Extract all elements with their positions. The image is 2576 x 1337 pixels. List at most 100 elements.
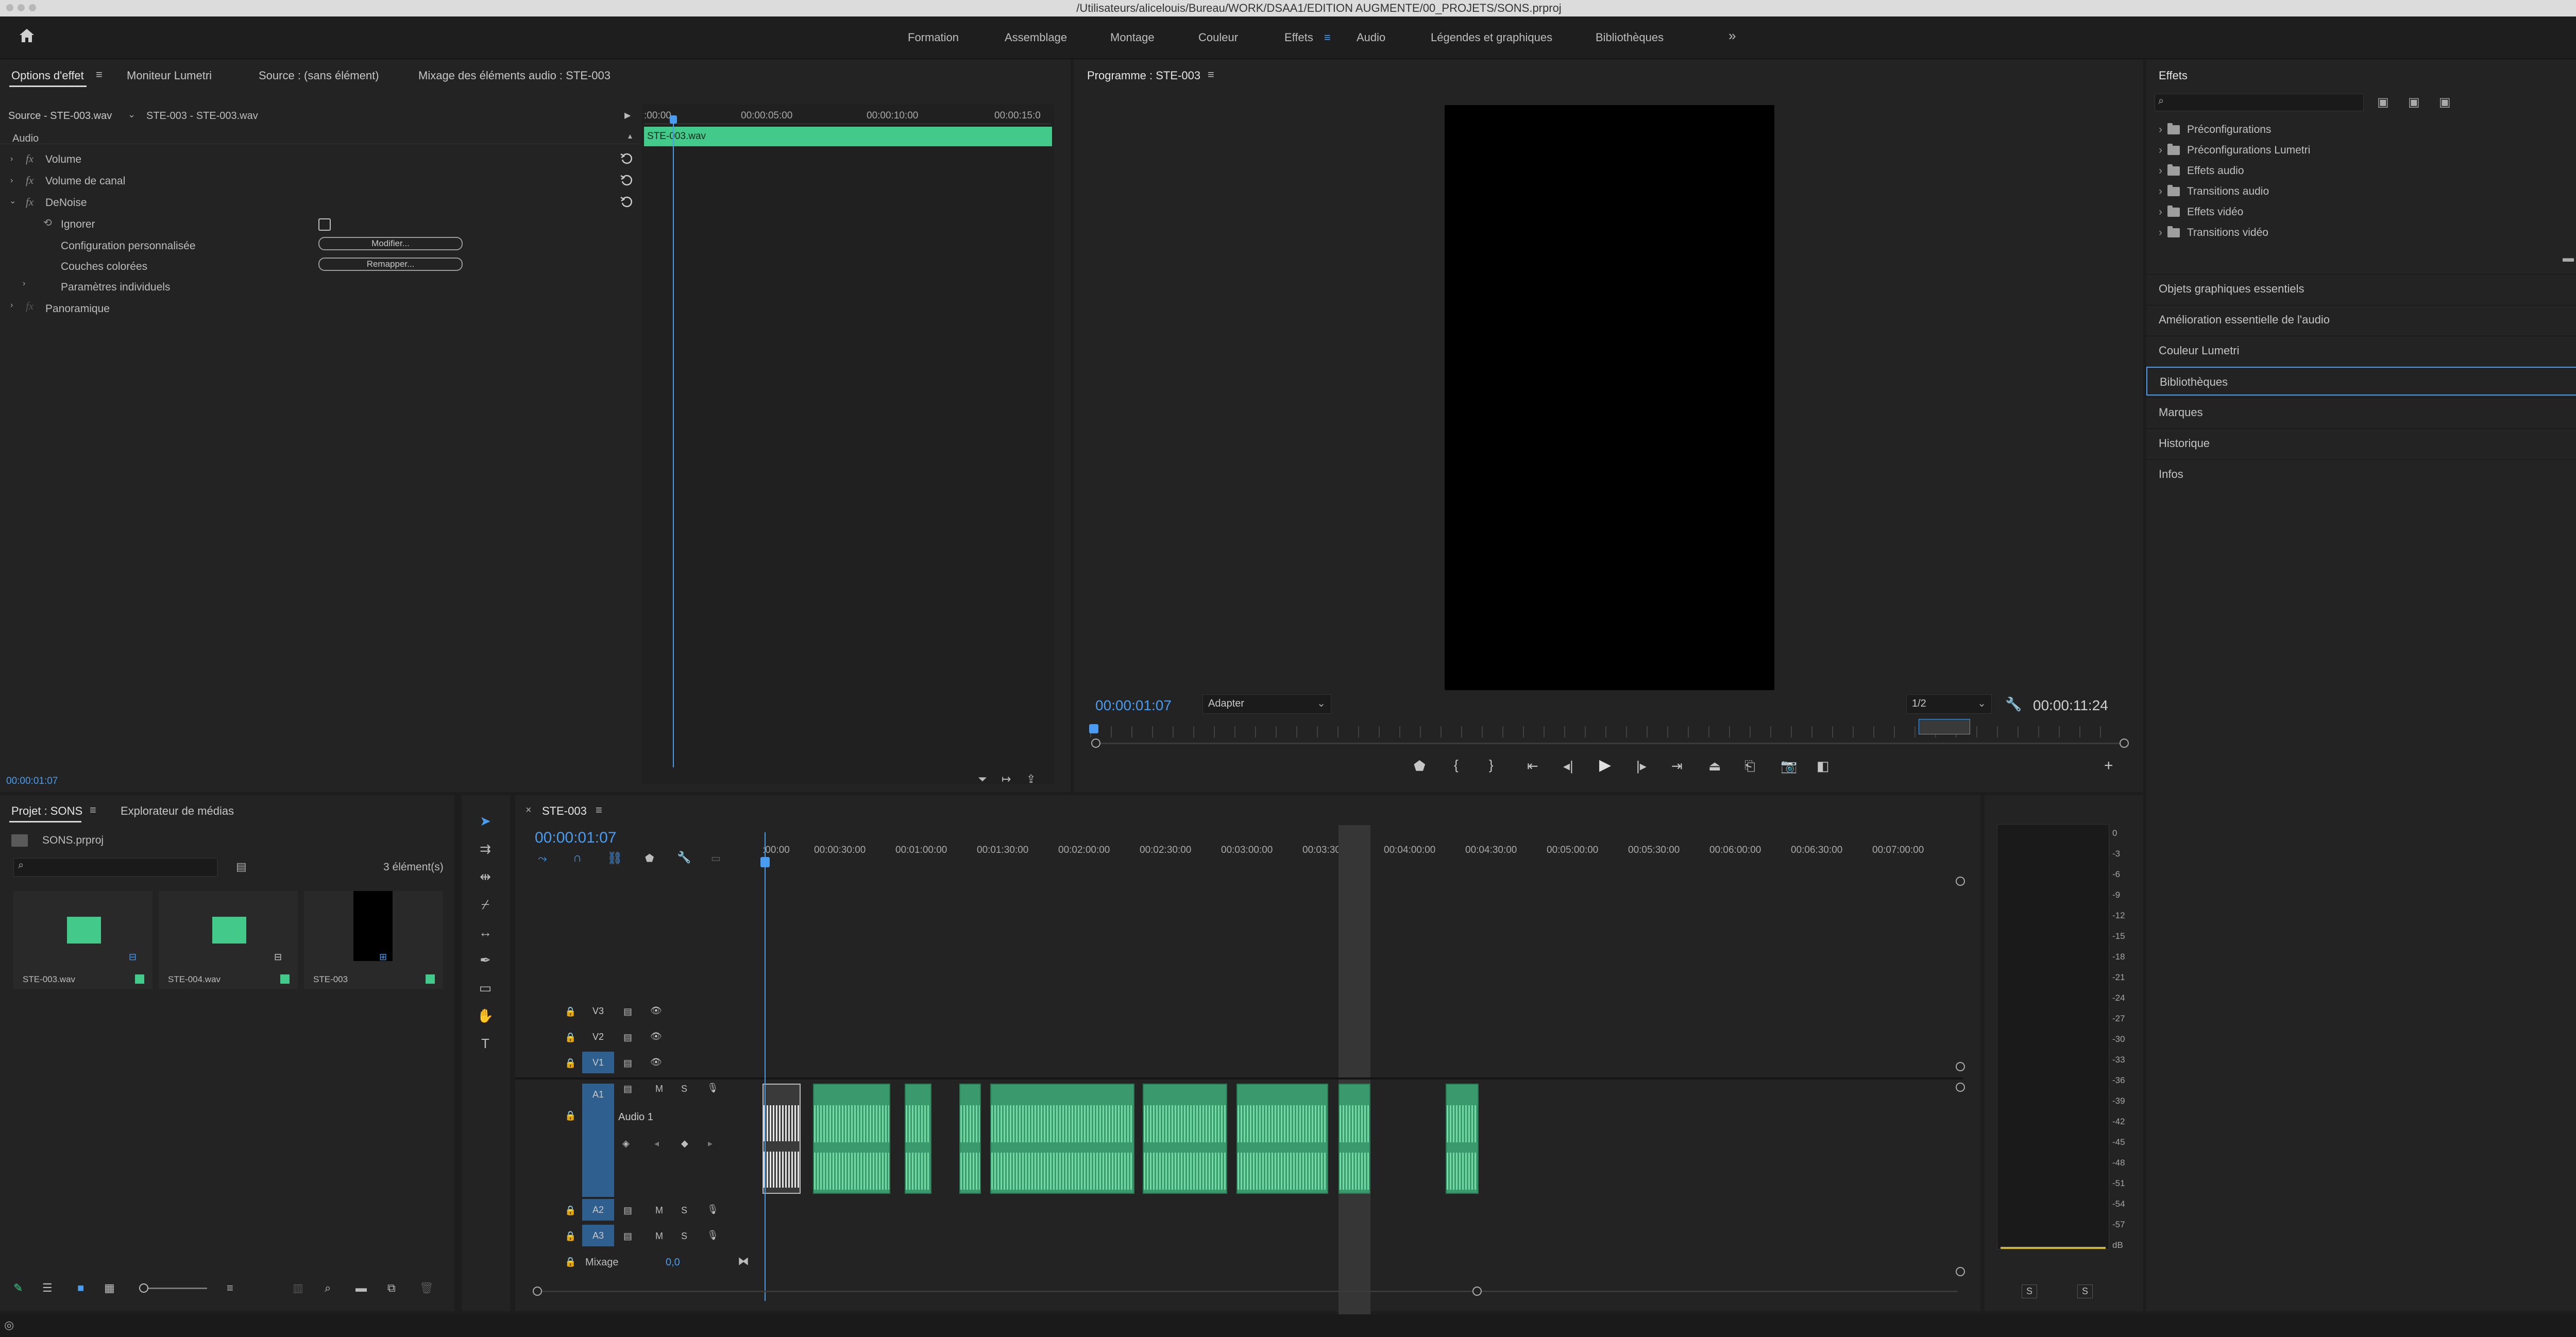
tab-audio-clip-mixer[interactable]: Mixage des éléments audio : STE-003 [418,69,611,82]
section-lumetri-color[interactable]: Couleur Lumetri [2146,336,2576,365]
eye-icon[interactable]: 👁 [650,1057,662,1068]
fx-icon[interactable]: fx [26,196,33,209]
more-workspaces-button[interactable]: » [1728,28,1736,44]
folder-presets[interactable]: › Préconfigurations [2159,123,2271,136]
toggle-sync-icon[interactable]: ▤ [623,1032,632,1043]
minimize-window-button[interactable] [18,4,25,11]
wrench-icon[interactable]: 🔧 [677,851,691,864]
lock-icon[interactable]: 🔒 [565,1205,576,1216]
track-a3-label[interactable]: A3 [582,1225,614,1246]
solo-button[interactable]: S [681,1231,687,1242]
label-color-swatch[interactable] [135,974,144,984]
audio-clip[interactable] [1143,1084,1227,1194]
audio-clip[interactable] [813,1084,890,1194]
reset-icon[interactable] [619,151,634,166]
workspace-effets[interactable]: Effets [1284,31,1313,44]
audio-clip[interactable] [990,1084,1134,1194]
resolution-select[interactable]: 1/2 ⌄ [1906,694,1992,714]
mini-clip-bar[interactable]: STE-003.wav [644,127,1052,146]
extract-icon[interactable]: ⎗ [1744,758,1755,775]
sort-icon[interactable]: ≡ [227,1281,233,1295]
lock-icon[interactable]: 🔒 [565,1110,576,1121]
project-item[interactable]: ⊞ STE-003 [304,891,443,989]
expand-chevron-icon[interactable]: › [10,176,13,185]
scroll-handle-left[interactable] [1091,739,1100,748]
microphone-icon[interactable]: 🎙 [707,1230,719,1241]
scroll-handle-right[interactable] [2120,739,2129,748]
audio-clip[interactable] [959,1084,981,1194]
export-clip-icon[interactable]: ↦ [1002,773,1011,786]
microphone-icon[interactable]: 🎙 [707,1204,719,1215]
wrench-icon[interactable]: 🔧 [2005,696,2022,712]
slip-tool-icon[interactable]: ↔ [475,922,496,942]
freeform-view-icon[interactable]: ▦ [104,1281,115,1295]
param-individual-label[interactable]: Paramètres individuels [61,281,170,294]
go-to-in-icon[interactable]: ⇤ [1527,758,1538,774]
tab-sequence[interactable]: STE-003 [542,804,587,818]
workspace-couleur[interactable]: Couleur [1198,31,1238,44]
panel-menu-icon[interactable]: ≡ [596,803,602,817]
expand-chevron-icon[interactable]: › [23,279,25,288]
slider-handle[interactable] [139,1283,148,1293]
playhead-handle[interactable] [670,115,677,124]
project-item[interactable]: ⊟ STE-004.wav [159,891,298,989]
toggle-sync-icon[interactable]: ▤ [623,1006,632,1017]
lock-icon[interactable]: 🔒 [565,1058,576,1069]
mark-out-icon[interactable]: } [1489,757,1494,773]
tab-media-browser[interactable]: Explorateur de médias [121,804,234,818]
accelerated-effects-icon[interactable]: ▣ [2377,95,2389,110]
workspace-assemblage[interactable]: Assemblage [1005,31,1067,44]
automate-sequence-icon[interactable]: ▥ [293,1281,303,1295]
thumbnail-size-slider[interactable] [142,1288,207,1289]
ripple-edit-tool-icon[interactable]: ⇹ [475,866,496,887]
section-essential-sound[interactable]: Amélioration essentielle de l'audio [2146,305,2576,334]
video-preview[interactable] [1445,105,1774,690]
tab-effect-options[interactable]: Options d'effet [11,69,84,82]
step-back-icon[interactable]: ◂| [1563,758,1573,774]
expand-chevron-icon[interactable]: › [10,301,13,310]
effect-panner[interactable]: Panoramique [45,303,110,315]
monitor-zoom-window[interactable] [1919,719,1970,734]
add-marker-icon[interactable]: ⬟ [645,852,654,865]
program-monitor-title[interactable]: Programme : STE-003 [1087,69,1200,82]
stopwatch-icon[interactable]: ⟲ [43,216,52,229]
workspace-audio[interactable]: Audio [1357,31,1385,44]
solo-left-button[interactable]: S [2022,1284,2038,1298]
workspace-formation[interactable]: Formation [908,31,959,44]
mute-button[interactable]: M [655,1084,663,1094]
step-forward-icon[interactable]: |▸ [1636,758,1647,774]
scroll-handle[interactable] [1956,1062,1965,1071]
edit-custom-setup-button[interactable]: Modifier... [318,237,463,250]
share-icon[interactable]: ⇪ [1026,773,1036,786]
yuv-effects-icon[interactable]: ▣ [2439,95,2451,110]
workspace-menu-icon[interactable]: ≡ [1324,31,1331,44]
program-timecode[interactable]: 00:00:01:07 [1095,697,1172,714]
remap-button[interactable]: Remapper... [318,258,463,271]
timeline-zoom-scrollbar[interactable] [536,1291,1958,1292]
fx-icon[interactable]: fx [26,174,33,187]
add-marker-icon[interactable]: ⬟ [1414,758,1426,774]
panel-menu-icon[interactable]: ≡ [1208,68,1214,81]
nest-icon[interactable]: ⤳ [538,852,547,865]
razor-tool-icon[interactable]: ⌿ [475,894,496,915]
microphone-icon[interactable]: 🎙 [707,1083,719,1093]
lock-icon[interactable]: 🔒 [565,1231,576,1242]
tab-source[interactable]: Source : (sans élément) [259,69,379,82]
audio-clip[interactable] [762,1084,801,1194]
new-bin-icon[interactable]: ▬ [2563,251,2574,265]
track-select-tool-icon[interactable]: ⇉ [475,838,496,859]
snap-icon[interactable]: ∩ [573,851,582,865]
label-color-swatch[interactable] [426,974,435,984]
folder-video-effects[interactable]: › Effets vidéo [2159,205,2243,218]
scroll-handle[interactable] [1956,877,1965,886]
folder-video-transitions[interactable]: › Transitions vidéo [2159,226,2268,239]
go-to-out-icon[interactable]: ⇥ [1671,758,1683,774]
section-libraries[interactable]: Bibliothèques [2146,367,2576,396]
close-window-button[interactable] [6,4,13,11]
new-bin-icon[interactable]: ▬ [355,1281,367,1295]
section-history[interactable]: Historique [2146,428,2576,457]
toggle-sync-icon[interactable]: ▤ [623,1231,632,1242]
effect-volume[interactable]: Volume [45,153,81,166]
label-color-swatch[interactable] [280,974,290,984]
filter-icon[interactable]: ⏷ [978,773,987,786]
